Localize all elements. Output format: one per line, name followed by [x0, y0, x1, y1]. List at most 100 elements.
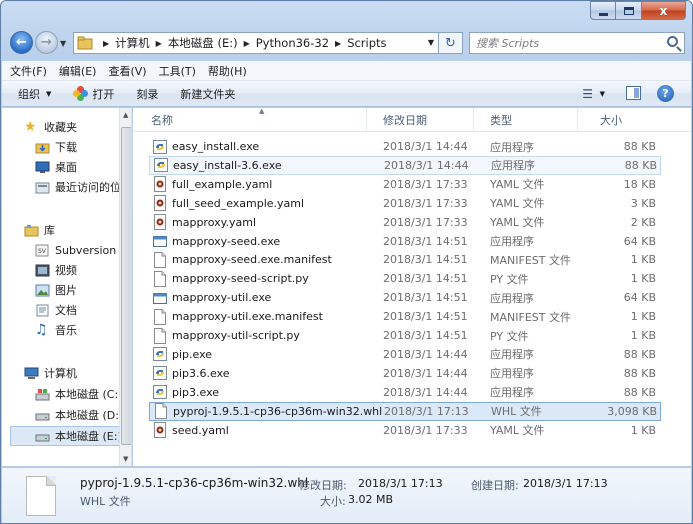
file-row[interactable]: seed.yaml 2018/3/1 17:33 YAML 文件 1 KB — [149, 421, 661, 440]
breadcrumb-drive-e[interactable]: 本地磁盘 (E:) ▶ — [168, 33, 256, 53]
file-row[interactable]: pip.exe 2018/3/1 14:44 应用程序 88 KB — [149, 345, 661, 364]
recent-pages-dropdown[interactable]: ▼ — [60, 39, 66, 48]
menu-file[interactable]: 文件(F) — [10, 63, 47, 79]
folder-icon — [77, 36, 93, 50]
column-header-size[interactable]: 大小 — [578, 108, 658, 132]
nav-videos[interactable]: 视频 — [35, 260, 131, 280]
breadcrumb-separator-icon[interactable]: ▶ — [335, 39, 341, 48]
details-modified-label: 修改日期: — [299, 479, 347, 492]
file-date-cell: 2018/3/1 14:51 — [383, 329, 468, 342]
file-type-cell: 应用程序 — [490, 140, 534, 154]
nav-recent-places[interactable]: 最近访问的位置 — [35, 177, 131, 197]
file-row[interactable]: pip3.exe 2018/3/1 14:44 应用程序 88 KB — [149, 383, 661, 402]
yaml-file-icon — [153, 422, 172, 438]
scroll-down-icon[interactable]: ▼ — [123, 455, 128, 463]
file-row[interactable]: mapproxy-util.exe.manifest 2018/3/1 14:51… — [149, 307, 661, 326]
file-name-cell: pip3.6.exe — [149, 365, 383, 381]
file-size-cell: 3 KB — [630, 196, 656, 210]
file-row[interactable]: easy_install.exe 2018/3/1 14:44 应用程序 88 KB — [149, 137, 661, 156]
nav-scrollbar-thumb[interactable] — [121, 127, 131, 445]
file-row[interactable]: mapproxy-seed.exe.manifest 2018/3/1 14:51… — [149, 250, 661, 269]
svg-text:SV: SV — [38, 248, 47, 255]
breadcrumb-separator-icon[interactable]: ▶ — [244, 39, 250, 48]
back-arrow-icon: ← — [16, 35, 27, 50]
file-row[interactable]: pyproj-1.9.5.1-cp36-cp36m-win32.whl 2018/… — [149, 401, 661, 421]
preview-pane-icon[interactable] — [626, 86, 641, 100]
nav-computer[interactable]: 计算机 — [24, 363, 131, 383]
nav-subversion[interactable]: SV Subversion — [35, 240, 131, 260]
open-button[interactable]: 打开 — [73, 86, 114, 102]
file-row[interactable]: mapproxy-seed.exe 2018/3/1 14:51 应用程序 64 KB — [149, 232, 661, 251]
breadcrumb-separator-icon[interactable]: ▶ — [156, 39, 162, 48]
address-dropdown-icon[interactable]: ▼ — [428, 38, 434, 47]
pictures-icon — [35, 284, 50, 296]
view-options-icon[interactable]: ☰ — [582, 87, 593, 101]
back-button[interactable]: ← — [10, 31, 33, 54]
command-bar: 组织 ▼ 打开 刻录 新建文件夹 ☰ ▼ ? — [2, 81, 691, 107]
file-type-cell: MANIFEST 文件 — [490, 253, 571, 267]
organize-button[interactable]: 组织 ▼ — [18, 86, 51, 102]
address-bar[interactable]: ▶ 计算机 ▶ 本地磁盘 (E:) ▶ Python36-32 ▶ Scripts ▼ — [73, 32, 439, 54]
menu-edit[interactable]: 编辑(E) — [59, 63, 97, 79]
minimize-button[interactable] — [590, 1, 616, 20]
menu-tools[interactable]: 工具(T) — [159, 63, 196, 79]
hard-drive-icon — [35, 434, 50, 441]
file-row[interactable]: mapproxy.yaml 2018/3/1 17:33 YAML 文件 2 KB — [149, 213, 661, 232]
file-row[interactable]: full_example.yaml 2018/3/1 17:33 YAML 文件 18… — [149, 175, 661, 194]
file-name-cell: easy_install.exe — [149, 139, 383, 155]
view-options-dropdown-icon[interactable]: ▼ — [600, 90, 605, 98]
menu-help[interactable]: 帮助(H) — [208, 63, 247, 79]
menu-view[interactable]: 查看(V) — [108, 63, 146, 79]
file-row[interactable]: mapproxy-util-script.py 2018/3/1 14:51 PY … — [149, 326, 661, 345]
column-header-date[interactable]: 修改日期 — [367, 108, 474, 132]
breadcrumb-scripts[interactable]: Scripts — [347, 33, 386, 53]
exe-window-icon — [153, 233, 172, 249]
nav-scrollbar[interactable]: ▲ ▼ — [119, 108, 131, 466]
nav-drive-c[interactable]: 本地磁盘 (C:) — [35, 384, 131, 404]
maximize-button[interactable] — [616, 1, 642, 20]
breadcrumb-separator-icon[interactable]: ▶ — [103, 39, 109, 48]
file-date-cell: 2018/3/1 17:33 — [383, 177, 468, 191]
file-row[interactable]: pip3.6.exe 2018/3/1 14:44 应用程序 88 KB — [149, 364, 661, 383]
forward-arrow-icon: → — [41, 35, 52, 50]
file-row[interactable]: easy_install-3.6.exe 2018/3/1 14:44 应用程序 88… — [149, 155, 661, 175]
file-size-cell: 3,098 KB — [607, 404, 657, 418]
column-header-name[interactable]: 名称 ▲ — [133, 107, 367, 132]
file-name-cell: pip.exe — [149, 346, 383, 362]
breadcrumb-computer[interactable]: 计算机 ▶ — [115, 33, 168, 53]
details-size-label: 大小: — [320, 495, 346, 508]
nav-libraries[interactable]: 库 — [24, 220, 131, 240]
help-icon[interactable]: ? — [657, 85, 674, 102]
nav-favorites[interactable]: ★ 收藏夹 — [24, 117, 131, 137]
hard-drive-icon — [35, 413, 50, 420]
breadcrumb-python36[interactable]: Python36-32 ▶ — [256, 33, 347, 53]
file-row[interactable]: mapproxy-seed-script.py 2018/3/1 14:51 PY … — [149, 269, 661, 288]
blank-file-icon — [153, 327, 172, 344]
file-name-cell: full_example.yaml — [149, 176, 383, 193]
file-type-cell: 应用程序 — [490, 235, 534, 248]
file-name-cell: mapproxy-util-script.py — [149, 327, 383, 344]
refresh-button[interactable]: ↻ — [439, 32, 463, 54]
scroll-up-icon[interactable]: ▲ — [123, 111, 128, 119]
forward-button[interactable]: → — [35, 31, 58, 54]
nav-music[interactable]: ♫ 音乐 — [35, 320, 131, 340]
search-icon[interactable] — [667, 36, 678, 47]
new-folder-button[interactable]: 新建文件夹 — [180, 86, 235, 102]
burn-button[interactable]: 刻录 — [136, 86, 158, 102]
column-header-type[interactable]: 类型 — [474, 108, 578, 132]
file-row[interactable]: mapproxy-util.exe 2018/3/1 14:51 应用程序 64 KB — [149, 288, 661, 307]
nav-desktop[interactable]: 桌面 — [35, 157, 131, 177]
nav-drive-d[interactable]: 本地磁盘 (D:) — [35, 405, 131, 425]
close-button[interactable]: x — [642, 1, 686, 20]
explorer-window: x ← → ▼ ▶ 计算机 ▶ 本地磁盘 (E:) ▶ Python36-32 ▶ S… — [0, 0, 693, 524]
nav-documents[interactable]: 文档 — [35, 300, 131, 320]
file-name-cell: mapproxy-util.exe.manifest — [149, 308, 383, 325]
nav-pictures[interactable]: 图片 — [35, 280, 131, 300]
sort-ascending-icon: ▲ — [259, 107, 265, 115]
nav-downloads[interactable]: 下载 — [35, 137, 131, 157]
nav-drive-e[interactable]: 本地磁盘 (E:) — [10, 426, 122, 446]
file-name-cell: full_seed_example.yaml — [149, 195, 383, 212]
search-input[interactable] — [476, 34, 656, 52]
desktop-icon — [35, 161, 50, 173]
file-row[interactable]: full_seed_example.yaml 2018/3/1 17:33 YAML… — [149, 194, 661, 213]
